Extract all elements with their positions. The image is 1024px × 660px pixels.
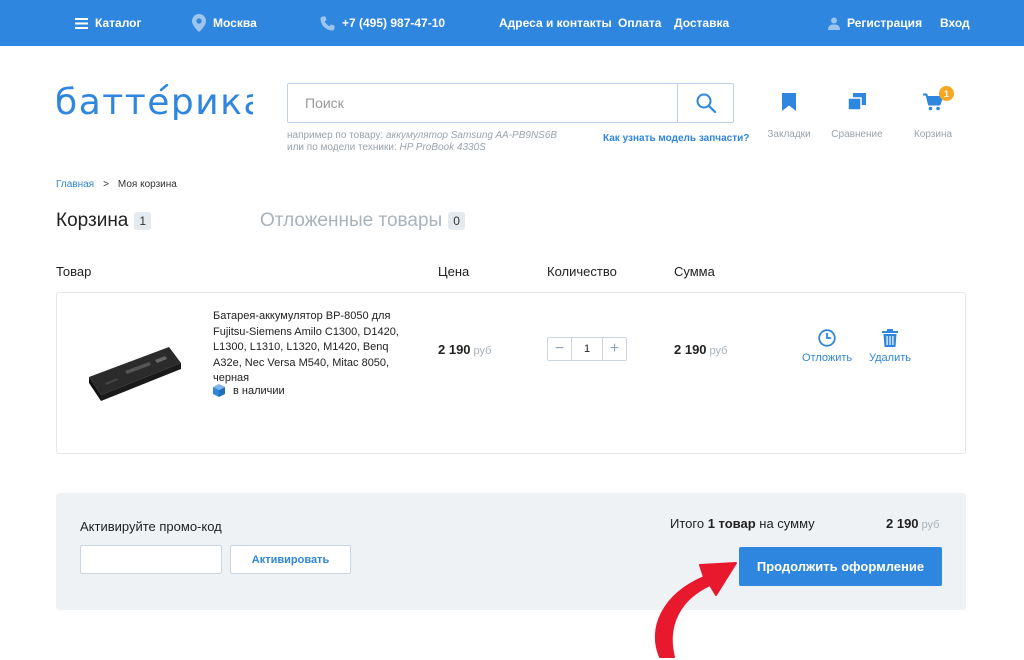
deferred-tab-count: 0 bbox=[448, 212, 465, 230]
phone-link[interactable]: +7 (495) 987-47-10 bbox=[320, 0, 445, 46]
breadcrumb: Главная > Моя корзина bbox=[56, 179, 177, 190]
cart-count-badge: 1 bbox=[939, 86, 954, 101]
city-selector[interactable]: Москва bbox=[192, 0, 257, 46]
search-button[interactable] bbox=[677, 84, 733, 122]
catalog-menu[interactable]: Каталог bbox=[75, 0, 142, 46]
stock-label: в наличии bbox=[233, 384, 285, 397]
bookmarks-button[interactable]: Закладки bbox=[759, 88, 819, 140]
column-header-price: Цена bbox=[438, 264, 470, 279]
register-link[interactable]: Регистрация bbox=[828, 0, 922, 46]
cart-button[interactable]: 1 Корзина bbox=[903, 86, 963, 140]
clock-icon bbox=[818, 329, 836, 347]
cart-tab-count: 1 bbox=[134, 212, 152, 230]
activate-promo-button[interactable]: Активировать bbox=[230, 545, 351, 574]
phone-number: +7 (495) 987-47-10 bbox=[342, 16, 446, 30]
site-logo[interactable]: баттерика bbox=[55, 82, 265, 125]
tab-deferred[interactable]: Отложенные товары 0 bbox=[260, 210, 465, 232]
location-pin-icon bbox=[192, 14, 206, 32]
total-amount: 2 190 руб bbox=[886, 516, 940, 531]
column-header-sum: Сумма bbox=[674, 264, 715, 279]
search-box bbox=[287, 83, 734, 123]
promo-code-input[interactable] bbox=[80, 545, 222, 574]
tab-cart[interactable]: Корзина 1 bbox=[56, 210, 152, 232]
city-label: Москва bbox=[213, 16, 257, 30]
continue-checkout-button[interactable]: Продолжить оформление bbox=[739, 547, 942, 586]
compare-button[interactable]: Сравнение bbox=[827, 88, 887, 140]
breadcrumb-home[interactable]: Главная bbox=[56, 179, 94, 190]
search-hint: например по товару: аккумулятор Samsung … bbox=[287, 130, 558, 153]
quantity-decrease-button[interactable]: − bbox=[548, 338, 571, 360]
red-arrow-annotation bbox=[655, 562, 737, 658]
quantity-stepper: − 1 + bbox=[547, 337, 627, 361]
delete-button[interactable]: Удалить bbox=[869, 329, 911, 364]
order-summary-panel: Активируйте промо-код Активировать Итого… bbox=[56, 493, 966, 610]
total-summary-text: Итого 1 товар на сумму bbox=[670, 516, 815, 531]
compare-icon bbox=[847, 93, 866, 111]
svg-text:баттерика: баттерика bbox=[55, 84, 253, 120]
register-label: Регистрация bbox=[847, 16, 923, 30]
quantity-increase-button[interactable]: + bbox=[603, 338, 626, 360]
item-price: 2 190 руб bbox=[438, 342, 492, 357]
hamburger-icon bbox=[75, 17, 88, 29]
catalog-label: Каталог bbox=[95, 16, 142, 30]
column-header-quantity: Количество bbox=[547, 264, 617, 279]
quantity-value[interactable]: 1 bbox=[571, 338, 603, 360]
top-navigation-bar: Каталог Москва +7 (495) 987-47-10 Адреса… bbox=[0, 0, 1024, 46]
column-header-product: Товар bbox=[56, 264, 92, 279]
promo-title: Активируйте промо-код bbox=[80, 519, 222, 534]
login-label: Вход bbox=[940, 16, 970, 30]
find-model-link[interactable]: Как узнать модель запчасти? bbox=[603, 133, 749, 144]
breadcrumb-separator: > bbox=[103, 179, 109, 190]
phone-icon bbox=[320, 16, 335, 30]
bookmark-icon bbox=[782, 93, 796, 111]
box-icon bbox=[213, 384, 225, 397]
stock-status: в наличии bbox=[213, 384, 285, 397]
cart-item-row: Батарея-аккумулятор BP-8050 для Fujitsu-… bbox=[56, 292, 966, 454]
nav-link-delivery[interactable]: Доставка bbox=[674, 0, 729, 46]
user-icon bbox=[828, 17, 840, 30]
login-link[interactable]: Вход bbox=[940, 0, 970, 46]
product-name[interactable]: Батарея-аккумулятор BP-8050 для Fujitsu-… bbox=[213, 309, 413, 387]
item-sum: 2 190 руб bbox=[674, 342, 728, 357]
product-image[interactable] bbox=[85, 341, 185, 410]
breadcrumb-current: Моя корзина bbox=[117, 179, 177, 190]
search-input[interactable] bbox=[288, 84, 677, 122]
trash-icon bbox=[882, 329, 898, 347]
defer-button[interactable]: Отложить bbox=[802, 329, 852, 364]
search-icon bbox=[696, 93, 716, 113]
nav-link-addresses[interactable]: Адреса и контакты bbox=[499, 0, 612, 46]
nav-link-payment[interactable]: Оплата bbox=[618, 0, 661, 46]
